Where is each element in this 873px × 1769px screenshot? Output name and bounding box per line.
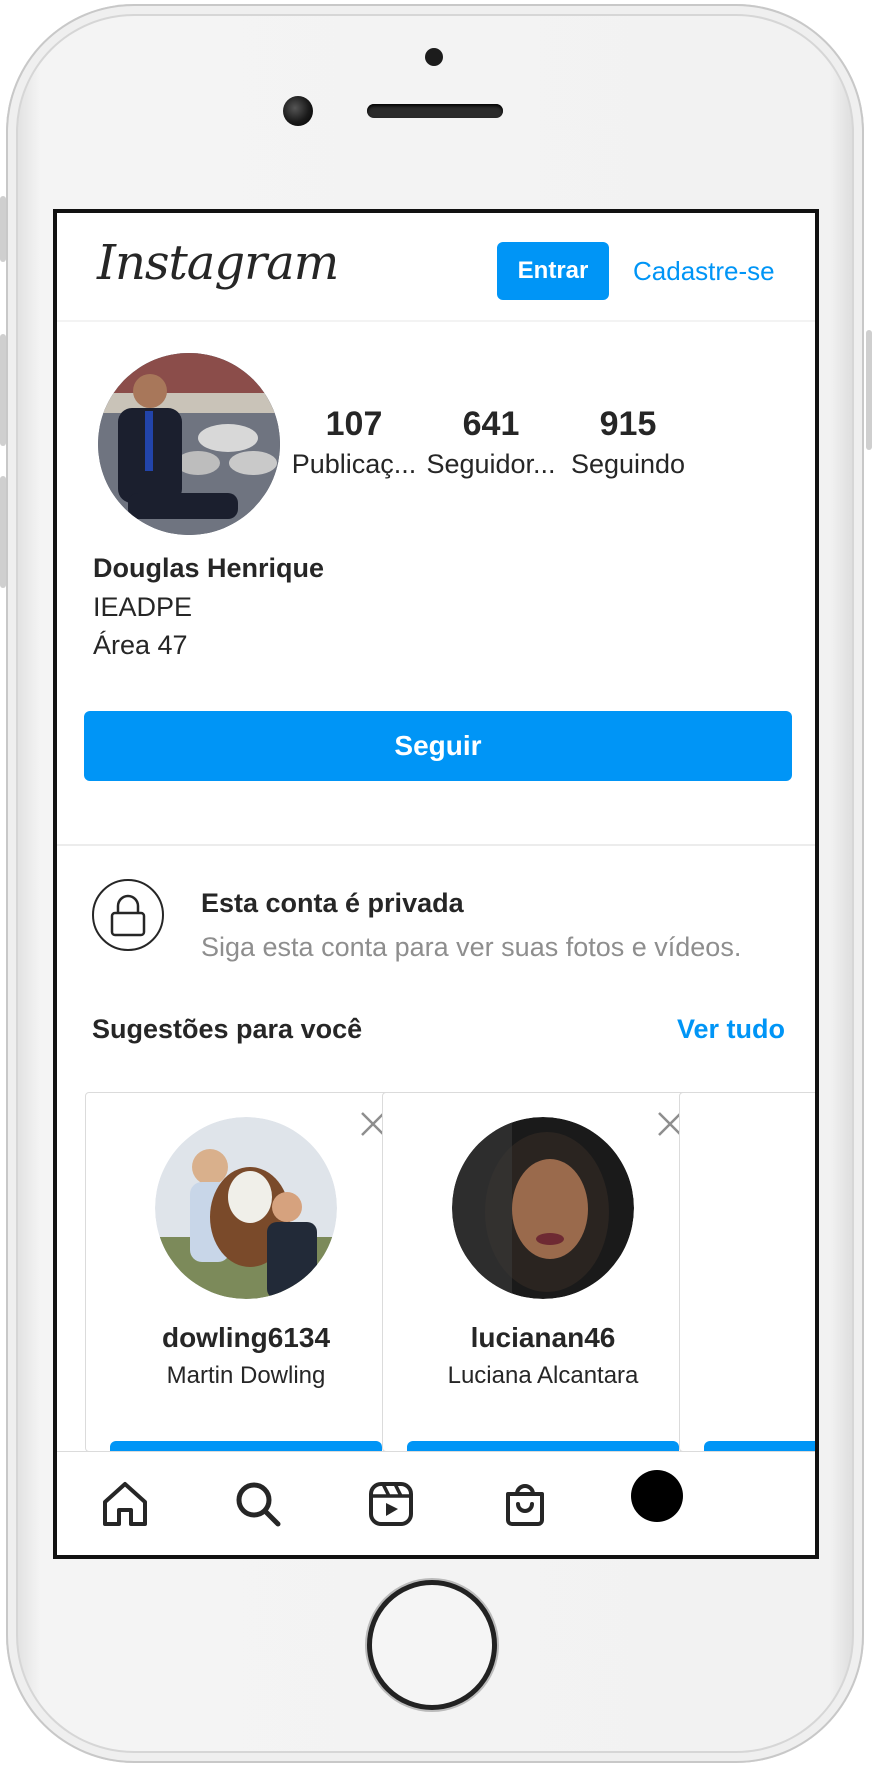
login-button[interactable]: Entrar xyxy=(497,242,609,300)
stat-posts[interactable]: 107 Publicaç... xyxy=(279,403,429,483)
search-icon[interactable] xyxy=(230,1476,286,1532)
power-button xyxy=(866,330,872,450)
top-bar: Instagram Entrar Cadastre-se xyxy=(57,213,815,323)
volume-down-button xyxy=(0,476,6,588)
reels-icon[interactable] xyxy=(363,1476,419,1532)
stat-followers[interactable]: 641 Seguidor... xyxy=(416,403,566,483)
suggestion-card-partial[interactable] xyxy=(679,1092,815,1481)
bottom-nav xyxy=(57,1451,815,1555)
see-all-link[interactable]: Ver tudo xyxy=(677,1010,785,1048)
private-account-title: Esta conta é privada xyxy=(201,888,464,918)
signup-link[interactable]: Cadastre-se xyxy=(633,249,775,293)
lock-icon xyxy=(92,879,164,951)
suggestion-avatar[interactable] xyxy=(155,1117,337,1299)
profile-bio: Douglas Henrique IEADPE Área 47 xyxy=(93,548,773,664)
suggestion-username[interactable]: dowling6134 xyxy=(86,1319,406,1357)
header-divider xyxy=(57,320,815,322)
suggestion-fullname: Luciana Alcantara xyxy=(447,1362,639,1389)
mute-switch xyxy=(0,196,6,262)
proximity-sensor xyxy=(425,48,443,66)
suggestion-avatar[interactable] xyxy=(452,1117,634,1299)
stat-following-value: 915 xyxy=(599,405,657,443)
instagram-logo[interactable]: Instagram xyxy=(97,235,339,291)
app-screen: Instagram Entrar Cadastre-se 107 Publica… xyxy=(53,209,819,1559)
stat-followers-value: 641 xyxy=(462,405,520,443)
shop-icon[interactable] xyxy=(497,1476,553,1532)
profile-name: Douglas Henrique xyxy=(93,553,325,583)
home-icon[interactable] xyxy=(97,1476,153,1532)
suggestion-card[interactable]: dowling6134 Martin Dowling xyxy=(85,1092,407,1481)
bio-line: Área 47 xyxy=(93,630,188,660)
stat-posts-value: 107 xyxy=(325,405,383,443)
suggestion-card[interactable]: lucianan46 Luciana Alcantara xyxy=(382,1092,704,1481)
earpiece-speaker xyxy=(367,104,503,118)
suggestions-title: Sugestões para você xyxy=(92,1014,363,1044)
home-button[interactable] xyxy=(367,1580,497,1710)
stat-following-label: Seguindo xyxy=(570,449,686,479)
front-camera xyxy=(283,96,313,126)
stat-following[interactable]: 915 Seguindo xyxy=(553,403,703,483)
private-account-subtitle: Siga esta conta para ver suas fotos e ví… xyxy=(201,932,742,962)
volume-up-button xyxy=(0,334,6,446)
profile-avatar[interactable] xyxy=(98,353,280,535)
follow-button[interactable]: Seguir xyxy=(84,711,792,781)
suggestion-fullname: Martin Dowling xyxy=(166,1362,326,1389)
stat-posts-label: Publicaç... xyxy=(291,449,417,479)
suggestion-username[interactable]: lucianan46 xyxy=(383,1319,703,1357)
bio-line: IEADPE xyxy=(93,592,193,622)
phone-frame: Instagram Entrar Cadastre-se 107 Publica… xyxy=(0,0,873,1769)
stat-followers-label: Seguidor... xyxy=(426,449,556,479)
profile-nav-avatar[interactable] xyxy=(631,1470,683,1522)
section-divider xyxy=(57,844,815,846)
